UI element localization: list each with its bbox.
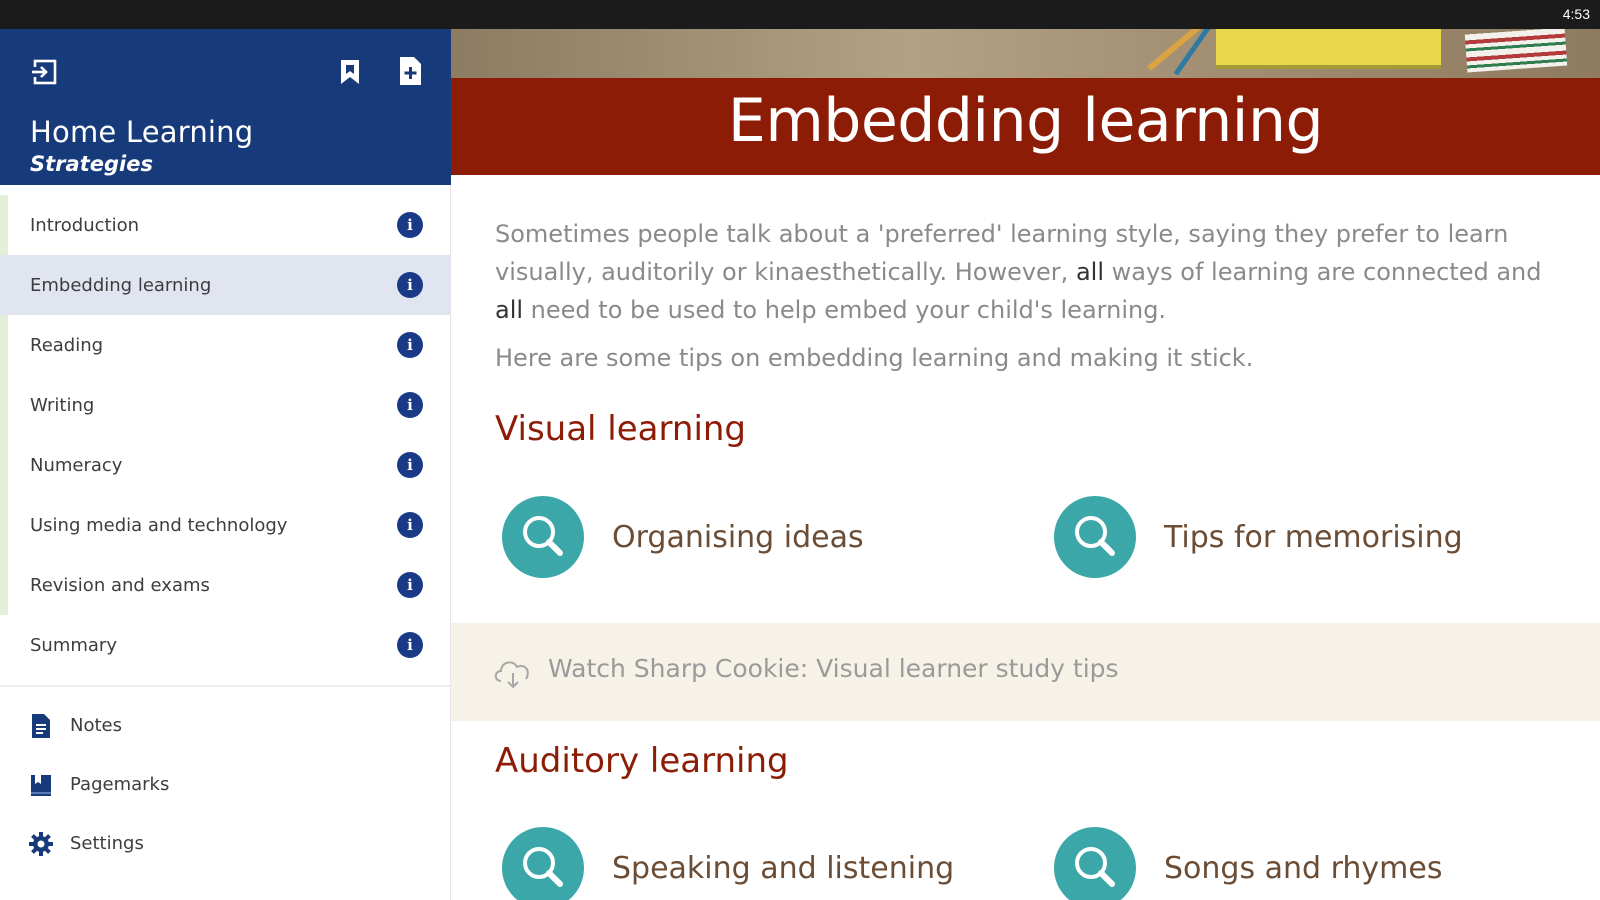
watch-video-label: Watch Sharp Cookie: Visual learner study… — [548, 654, 1119, 683]
intro-emphasis: all — [495, 296, 524, 324]
info-icon[interactable]: i — [397, 332, 423, 358]
intro-paragraph-2: Here are some tips on embedding learning… — [495, 344, 1254, 372]
nav-item-embedding-learning[interactable]: Embedding learning i — [0, 255, 451, 315]
magnifier-icon — [1054, 496, 1136, 578]
intro-text-3: need to be used to help embed your child… — [523, 296, 1167, 324]
nav-item-label: Embedding learning — [30, 274, 212, 296]
info-icon[interactable]: i — [397, 392, 423, 418]
page-title: Embedding learning — [727, 86, 1324, 156]
organising-ideas-link[interactable]: Organising ideas — [502, 496, 864, 578]
intro-text-2: ways of learning are connected and — [1103, 258, 1542, 286]
header-illustration — [451, 29, 1600, 78]
nav-item-label: Summary — [30, 634, 117, 656]
nav-item-label: Revision and exams — [30, 574, 210, 596]
sidebar: Home Learning Strategies Introduction i … — [0, 29, 451, 900]
info-icon[interactable]: i — [397, 212, 423, 238]
nav-item-label: Writing — [30, 394, 95, 416]
magnifier-icon — [502, 496, 584, 578]
app-subtitle: Strategies — [30, 152, 153, 176]
nav-item-writing[interactable]: Writing i — [0, 375, 451, 435]
notes-button[interactable]: Notes — [0, 696, 451, 756]
status-bar: 4:53 — [0, 0, 1600, 29]
nav-item-summary[interactable]: Summary i — [0, 615, 451, 675]
chapter-nav: Introduction i Embedding learning i Read… — [0, 195, 451, 675]
pagemarks-label: Pagemarks — [70, 774, 170, 795]
songs-rhymes-link[interactable]: Songs and rhymes — [1054, 827, 1442, 900]
tips-memorising-link[interactable]: Tips for memorising — [1054, 496, 1463, 578]
nav-item-label: Using media and technology — [30, 514, 288, 536]
nav-item-label: Numeracy — [30, 454, 123, 476]
exit-icon[interactable] — [30, 57, 60, 87]
info-icon[interactable]: i — [397, 632, 423, 658]
cloud-icon — [494, 661, 529, 689]
title-bar: Embedding learning — [451, 78, 1600, 175]
main-content: Embedding learning Sometimes people talk… — [451, 29, 1600, 900]
settings-label: Settings — [70, 833, 144, 854]
visual-learning-heading: Visual learning — [495, 409, 747, 449]
settings-button[interactable]: Settings — [0, 814, 451, 874]
info-icon[interactable]: i — [397, 572, 423, 598]
watch-video-link[interactable]: Watch Sharp Cookie: Visual learner study… — [451, 623, 1600, 721]
magnifier-icon — [1054, 827, 1136, 900]
nav-item-numeracy[interactable]: Numeracy i — [0, 435, 451, 495]
nav-item-revision-exams[interactable]: Revision and exams i — [0, 555, 451, 615]
pagemarks-icon — [31, 775, 51, 796]
bookmark-icon[interactable] — [337, 57, 363, 87]
add-note-icon[interactable] — [395, 55, 425, 87]
intro-paragraph: Sometimes people talk about a 'preferred… — [495, 215, 1575, 329]
pagemarks-button[interactable]: Pagemarks — [0, 755, 451, 815]
nav-item-introduction[interactable]: Introduction i — [0, 195, 451, 255]
notes-label: Notes — [70, 715, 122, 736]
tile-label: Organising ideas — [612, 519, 864, 555]
info-icon[interactable]: i — [397, 452, 423, 478]
info-icon[interactable]: i — [397, 512, 423, 538]
nav-item-reading[interactable]: Reading i — [0, 315, 451, 375]
tile-label: Speaking and listening — [612, 850, 955, 886]
speaking-listening-link[interactable]: Speaking and listening — [502, 827, 954, 900]
nav-item-label: Introduction — [30, 214, 140, 236]
books-illustration — [1464, 29, 1568, 73]
pencil-illustration — [1147, 29, 1205, 71]
tile-label: Songs and rhymes — [1164, 850, 1443, 886]
sidebar-divider — [0, 685, 451, 687]
info-icon[interactable]: i — [397, 272, 423, 298]
intro-text: Sometimes people talk about a 'preferred… — [495, 215, 1575, 377]
yellow-box-illustration — [1216, 29, 1441, 69]
clock: 4:53 — [1562, 6, 1590, 22]
auditory-learning-heading: Auditory learning — [495, 741, 789, 781]
nav-item-media-technology[interactable]: Using media and technology i — [0, 495, 451, 555]
notes-icon — [32, 714, 50, 738]
tile-label: Tips for memorising — [1164, 519, 1463, 555]
pencil-illustration — [1173, 29, 1213, 76]
intro-emphasis: all — [1075, 258, 1104, 286]
sidebar-header: Home Learning Strategies — [0, 29, 451, 185]
gear-icon — [29, 832, 53, 856]
app-title: Home Learning — [30, 115, 254, 149]
magnifier-icon — [502, 827, 584, 900]
nav-item-label: Reading — [30, 334, 104, 356]
